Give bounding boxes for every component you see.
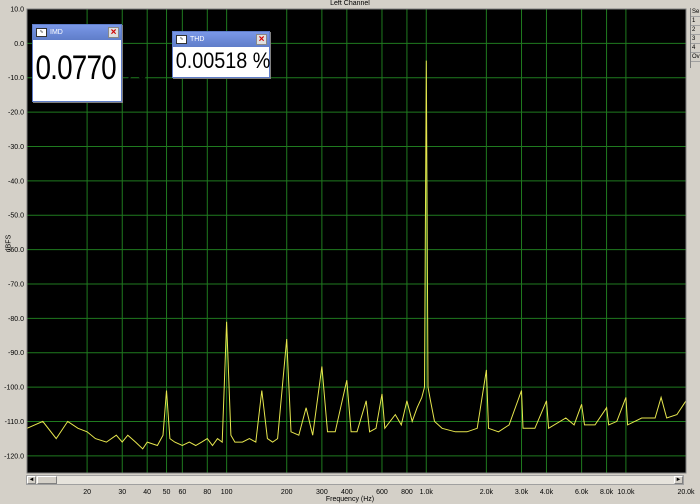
x-tick-label: 80 [203, 489, 211, 496]
sidebar-item-4[interactable]: 4 [691, 44, 700, 53]
x-tick-label: 3.0k [515, 489, 529, 496]
y-tick-label: 10.0 [10, 7, 24, 14]
y-tick-label: -80.0 [8, 316, 24, 323]
x-tick-label: 20 [83, 489, 91, 496]
thd-value: 0.00518 % [175, 48, 271, 73]
y-tick-label: -60.0 [8, 247, 24, 254]
x-tick-label: 6.0k [575, 489, 589, 496]
scroll-left-button[interactable]: ◄ [27, 476, 36, 484]
x-tick-label: 20.0k [677, 489, 695, 496]
thd-meter-window[interactable]: ∿ THD × 0.00518 % [172, 31, 270, 78]
y-tick-label: -70.0 [8, 281, 24, 288]
imd-meter-window[interactable]: ∿ IMD × 0.0770 % [32, 24, 148, 102]
settings-sidebar: Se 1 2 3 4 Ov [690, 8, 700, 68]
y-tick-label: -90.0 [8, 350, 24, 357]
y-tick-label: -40.0 [8, 178, 24, 185]
y-tick-label: -50.0 [8, 213, 24, 220]
y-tick-label: -30.0 [8, 144, 24, 151]
x-tick-label: 8.0k [600, 489, 614, 496]
thd-titlebar[interactable]: ∿ THD × [173, 32, 269, 47]
y-tick-label: -120.0 [4, 453, 24, 460]
x-tick-label: 300 [316, 489, 328, 496]
close-icon[interactable]: × [108, 27, 119, 38]
x-tick-label: 10.0k [617, 489, 635, 496]
y-tick-label: -20.0 [8, 110, 24, 117]
x-tick-label: 4.0k [540, 489, 554, 496]
x-tick-label: 1.0k [420, 489, 434, 496]
x-tick-label: 50 [163, 489, 171, 496]
sidebar-item-2[interactable]: 2 [691, 26, 700, 35]
close-icon[interactable]: × [256, 34, 267, 45]
x-tick-label: 60 [178, 489, 186, 496]
y-tick-label: -100.0 [4, 385, 24, 392]
y-tick-label: -10.0 [8, 75, 24, 82]
scroll-thumb[interactable] [37, 476, 57, 484]
x-tick-label: 800 [401, 489, 413, 496]
x-tick-label: 40 [143, 489, 151, 496]
x-axis-title: Frequency (Hz) [325, 496, 375, 503]
scroll-right-button[interactable]: ► [674, 476, 683, 484]
x-tick-label: 400 [341, 489, 353, 496]
meter-icon: ∿ [36, 27, 47, 37]
sidebar-item-settings[interactable]: Se [691, 8, 700, 17]
meter-icon: ∿ [176, 34, 187, 44]
y-tick-label: 0.0 [14, 41, 24, 48]
sidebar-item-3[interactable]: 3 [691, 35, 700, 44]
x-tick-label: 200 [281, 489, 293, 496]
imd-titlebar[interactable]: ∿ IMD × [33, 25, 121, 40]
horizontal-scrollbar[interactable]: ◄ ► [26, 475, 684, 485]
x-tick-label: 600 [376, 489, 388, 496]
x-tick-label: 100 [221, 489, 233, 496]
sidebar-item-overview[interactable]: Ov [691, 53, 700, 62]
x-tick-label: 2.0k [480, 489, 494, 496]
y-tick-label: -110.0 [5, 419, 24, 426]
sidebar-item-1[interactable]: 1 [691, 17, 700, 26]
thd-title: THD [190, 36, 205, 43]
imd-title: IMD [50, 29, 63, 36]
imd-value: 0.0770 % [35, 49, 147, 87]
x-tick-label: 30 [118, 489, 126, 496]
